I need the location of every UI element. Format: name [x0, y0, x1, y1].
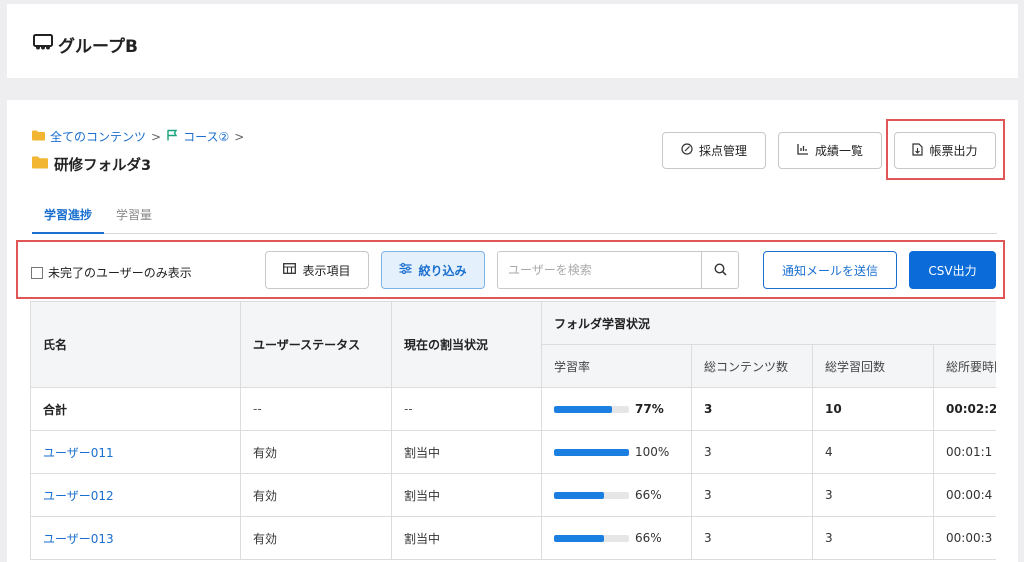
- progress-bar: [554, 405, 629, 413]
- group-header: グループB: [7, 4, 1018, 78]
- user-name-link[interactable]: ユーザー013: [30, 516, 241, 560]
- cell-status: 有効: [240, 516, 392, 560]
- progress-bar-fill: [554, 491, 604, 499]
- cell-count: 10: [812, 387, 934, 431]
- cell-count: 3: [812, 473, 934, 517]
- table-row: ユーザー013 有効 割当中 66% 3 3 00:00:3: [30, 516, 996, 560]
- tab-bar: 学習進捗 学習量: [32, 200, 997, 234]
- grading-button[interactable]: 採点管理: [662, 132, 766, 169]
- breadcrumb-separator: >: [151, 129, 162, 144]
- progress-bar: [554, 534, 629, 542]
- header-learning-rate: 学習率: [541, 344, 692, 388]
- progress-label: 100%: [635, 445, 670, 459]
- cell-assignment: 割当中: [391, 473, 542, 517]
- cell-time: 00:00:4: [932, 473, 996, 517]
- cell-time: 00:00:3: [932, 516, 996, 560]
- table-row: ユーザー012 有効 割当中 66% 3 3 00:00:4: [30, 473, 996, 517]
- group-title: グループB: [32, 32, 138, 57]
- group-title-text: グループB: [58, 37, 138, 57]
- header-total-contents: 総コンテンツ数: [691, 344, 813, 388]
- progress-table: 氏名 ユーザーステータス 現在の割当状況 フォルダ学習状況 学習率 総コンテンツ…: [30, 301, 996, 560]
- cell-contents: 3: [691, 387, 813, 431]
- main-panel: 全てのコンテンツ > コース② > 研修フォルダ3 採点管理 成績一覧 帳票出力: [7, 100, 1018, 562]
- cell-count: 3: [812, 516, 934, 560]
- cell-assignment: 割当中: [391, 430, 542, 474]
- header-total-time: 総所要時間: [932, 344, 996, 388]
- breadcrumb-all-contents[interactable]: 全てのコンテンツ: [50, 128, 146, 145]
- cell-contents: 3: [691, 430, 813, 474]
- breadcrumb: 全てのコンテンツ > コース② >: [32, 128, 244, 145]
- header-total-count: 総学習回数: [812, 344, 934, 388]
- cell-name: 合計: [30, 387, 241, 431]
- folder-icon: [32, 130, 45, 144]
- progress-bar: [554, 448, 629, 456]
- grading-button-label: 採点管理: [698, 144, 747, 158]
- table-row-total: 合計 -- -- 77% 3 10 00:02:2: [30, 387, 996, 431]
- cell-rate: 66%: [541, 473, 692, 517]
- pen-icon: [681, 143, 693, 158]
- folder-title-text: 研修フォルダ3: [54, 158, 152, 174]
- bar-chart-icon: [797, 143, 809, 158]
- progress-label: 66%: [635, 488, 662, 502]
- user-name-link[interactable]: ユーザー012: [30, 473, 241, 517]
- grades-list-button[interactable]: 成績一覧: [778, 132, 882, 169]
- tab-learning-progress[interactable]: 学習進捗: [32, 200, 104, 234]
- highlight-frame-toolbar: [16, 240, 1005, 299]
- cell-time: 00:02:2: [932, 387, 996, 431]
- header-name: 氏名: [30, 301, 241, 388]
- header-user-status: ユーザーステータス: [240, 301, 392, 388]
- cell-contents: 3: [691, 516, 813, 560]
- breadcrumb-course[interactable]: コース②: [183, 128, 229, 145]
- cell-assignment: 割当中: [391, 516, 542, 560]
- cell-rate: 66%: [541, 516, 692, 560]
- progress-label: 77%: [635, 402, 664, 416]
- cell-contents: 3: [691, 473, 813, 517]
- progress-bar-fill: [554, 405, 612, 413]
- progress-bar-fill: [554, 448, 629, 456]
- cell-rate: 77%: [541, 387, 692, 431]
- cell-rate: 100%: [541, 430, 692, 474]
- header-assignment: 現在の割当状況: [391, 301, 542, 388]
- progress-label: 66%: [635, 531, 662, 545]
- cell-count: 4: [812, 430, 934, 474]
- cell-status: --: [240, 387, 392, 431]
- folder-icon: [32, 156, 48, 173]
- header-folder-status: フォルダ学習状況: [540, 301, 996, 345]
- cell-status: 有効: [240, 473, 392, 517]
- cell-status: 有効: [240, 430, 392, 474]
- flag-icon: [166, 129, 178, 144]
- page-title: 研修フォルダ3: [32, 154, 151, 175]
- user-name-link[interactable]: ユーザー011: [30, 430, 241, 474]
- tab-learning-volume[interactable]: 学習量: [116, 200, 152, 234]
- table-row: ユーザー011 有効 割当中 100% 3 4 00:01:1: [30, 430, 996, 474]
- cell-time: 00:01:1: [932, 430, 996, 474]
- group-icon: [32, 33, 54, 56]
- cell-assignment: --: [391, 387, 542, 431]
- progress-bar-fill: [554, 534, 604, 542]
- progress-table-container: 氏名 ユーザーステータス 現在の割当状況 フォルダ学習状況 学習率 総コンテンツ…: [30, 301, 996, 562]
- grades-list-button-label: 成績一覧: [814, 144, 863, 158]
- highlight-frame-report: [886, 119, 1005, 180]
- progress-bar: [554, 491, 629, 499]
- breadcrumb-separator: >: [234, 129, 245, 144]
